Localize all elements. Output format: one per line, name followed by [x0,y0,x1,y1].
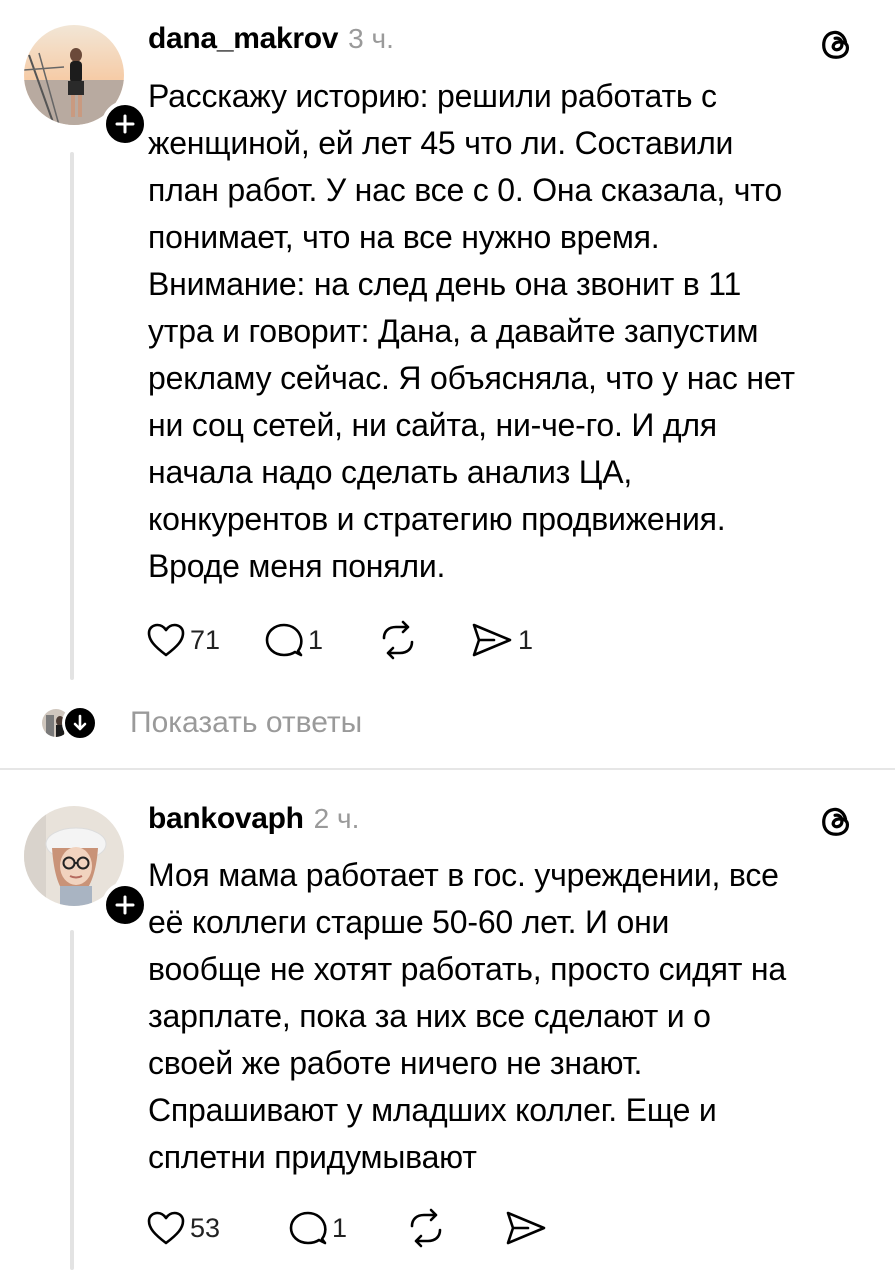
post-text: Моя мама работает в гос. учреждении, все… [148,857,786,1175]
like-count: 53 [190,1212,221,1243]
follow-plus-badge[interactable] [102,101,148,147]
heart-icon [147,623,185,657]
post-time: 3 ч. [348,23,394,54]
share-count: 1 [518,624,534,655]
repost-button[interactable] [404,1206,504,1250]
post-text: Расскажу историю: решили работать с женщ… [148,78,795,584]
repost-icon [382,620,414,660]
reply-button[interactable]: 1 [264,618,376,662]
plus-icon [115,895,135,915]
reply-count: 1 [308,624,324,655]
reply-count: 1 [332,1212,348,1243]
comment-icon [265,623,303,657]
thread-line [70,152,74,680]
like-count: 71 [190,624,221,655]
username[interactable]: dana_makrov [148,22,338,56]
thread-post: bankovaph 2 ч. Моя мама работает в гос. … [0,770,895,1280]
threads-logo-icon[interactable] [818,25,856,63]
follow-plus-badge[interactable] [102,882,148,928]
repost-icon [410,1208,442,1248]
author-avatar[interactable] [24,806,148,928]
post-time: 2 ч. [313,803,360,834]
share-button[interactable] [504,1206,564,1250]
comment-icon [289,1211,327,1245]
arrow-down-icon [73,714,87,731]
show-replies-label[interactable]: Показать ответы [130,706,362,740]
post-header: dana_makrov 3 ч. [148,22,394,62]
like-button[interactable]: 71 [146,618,264,662]
thread-line [70,930,74,1270]
post-actions: 71 1 1 [146,618,550,662]
threads-logo-icon[interactable] [818,802,856,840]
share-button[interactable]: 1 [470,618,550,662]
thread-post: dana_makrov 3 ч. Расскажу историю: решил… [0,0,895,690]
heart-icon [147,1211,185,1245]
username[interactable]: bankovaph [148,802,304,836]
send-icon [506,1211,546,1245]
author-avatar[interactable] [24,25,148,147]
like-button[interactable]: 53 [146,1206,288,1250]
post-header: bankovaph 2 ч. [148,802,359,842]
show-replies-row[interactable]: Показать ответы [40,700,362,746]
expand-badge [62,705,98,741]
plus-icon [115,114,135,134]
post-actions: 53 1 [146,1206,564,1250]
reply-button[interactable]: 1 [288,1206,404,1250]
repost-button[interactable] [376,618,470,662]
send-icon [472,623,512,657]
